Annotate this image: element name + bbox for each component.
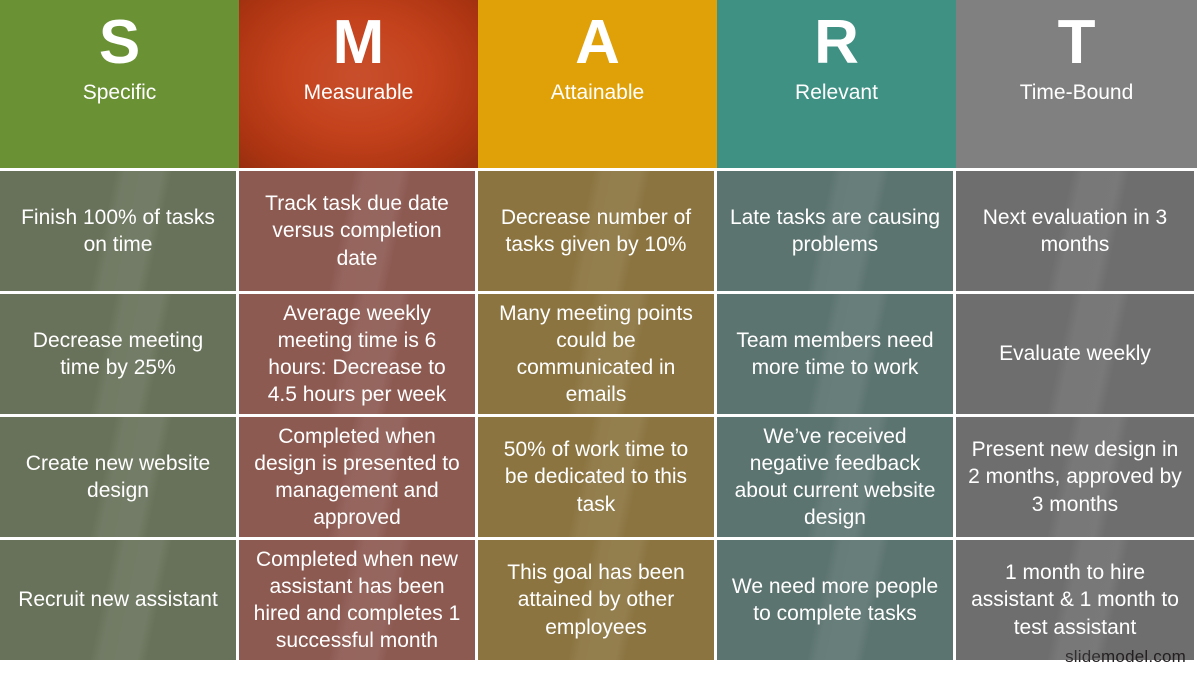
cell-text: This goal has been attained by other emp… [507, 561, 685, 639]
cell-relevant-1[interactable]: Late tasks are causing problems [717, 171, 953, 291]
cell-text: Recruit new assistant [18, 588, 218, 612]
cell-text: Decrease meeting time by 25% [32, 328, 204, 379]
cell-measurable-2[interactable]: Average weekly meeting time is 6 hours: … [239, 294, 475, 414]
table-row: Create new website design Completed when… [0, 417, 1200, 537]
cell-text: Present new design in 2 months, approved… [968, 438, 1182, 516]
column-label-attainable: Attainable [550, 81, 645, 105]
column-letter-m: M [332, 8, 385, 77]
cell-text: Create new website design [25, 451, 211, 502]
cell-text: We need more people to complete tasks [731, 574, 939, 625]
column-letter-s: S [98, 8, 141, 77]
column-label-measurable: Measurable [303, 81, 414, 105]
column-header-attainable[interactable]: A Attainable [478, 0, 717, 168]
cell-text: Team members need more time to work [736, 328, 934, 379]
column-letter-r: R [814, 8, 859, 77]
cell-text: Decrease number of tasks given by 10% [500, 205, 692, 256]
cell-text: Late tasks are causing problems [729, 205, 941, 256]
cell-attainable-2[interactable]: Many meeting points could be communicate… [478, 294, 714, 414]
column-header-measurable[interactable]: M Measurable [239, 0, 478, 168]
cell-attainable-1[interactable]: Decrease number of tasks given by 10% [478, 171, 714, 291]
cell-text: Evaluate weekly [999, 342, 1151, 366]
cell-attainable-4[interactable]: This goal has been attained by other emp… [478, 540, 714, 660]
column-header-relevant[interactable]: R Relevant [717, 0, 956, 168]
column-label-relevant: Relevant [795, 81, 878, 105]
cell-specific-4[interactable]: Recruit new assistant [0, 540, 236, 660]
cell-specific-1[interactable]: Finish 100% of tasks on time [0, 171, 236, 291]
table-row: Finish 100% of tasks on time Track task … [0, 171, 1200, 291]
cell-specific-3[interactable]: Create new website design [0, 417, 236, 537]
cell-measurable-1[interactable]: Track task due date versus completion da… [239, 171, 475, 291]
column-label-specific: Specific [82, 81, 157, 105]
watermark: slidemodel.com [1065, 647, 1186, 666]
cell-attainable-3[interactable]: 50% of work time to be dedicated to this… [478, 417, 714, 537]
cell-measurable-3[interactable]: Completed when design is presented to ma… [239, 417, 475, 537]
column-header-specific[interactable]: S Specific [0, 0, 239, 168]
cell-time-bound-4[interactable]: 1 month to hire assistant & 1 month to t… [956, 540, 1194, 660]
cell-time-bound-1[interactable]: Next evaluation in 3 months [956, 171, 1194, 291]
cell-text: Average weekly meeting time is 6 hours: … [267, 301, 447, 407]
column-label-time-bound: Time-Bound [1019, 81, 1134, 105]
cell-specific-2[interactable]: Decrease meeting time by 25% [0, 294, 236, 414]
smart-goals-grid: Finish 100% of tasks on time Track task … [0, 171, 1200, 675]
column-header-time-bound[interactable]: T Time-Bound [956, 0, 1197, 168]
cell-text: 50% of work time to be dedicated to this… [503, 438, 689, 516]
table-row: Decrease meeting time by 25% Average wee… [0, 294, 1200, 414]
cell-relevant-4[interactable]: We need more people to complete tasks [717, 540, 953, 660]
cell-time-bound-2[interactable]: Evaluate weekly [956, 294, 1194, 414]
table-row: Recruit new assistant Completed when new… [0, 540, 1200, 660]
cell-measurable-4[interactable]: Completed when new assistant has been hi… [239, 540, 475, 660]
cell-text: Many meeting points could be communicate… [499, 301, 693, 407]
cell-text: Completed when design is presented to ma… [254, 424, 460, 530]
cell-text: Next evaluation in 3 months [982, 205, 1168, 256]
cell-time-bound-3[interactable]: Present new design in 2 months, approved… [956, 417, 1194, 537]
smart-goals-slide: S Specific M Measurable A Attainable R R… [0, 0, 1200, 675]
cell-relevant-2[interactable]: Team members need more time to work [717, 294, 953, 414]
column-letter-a: A [575, 8, 620, 77]
cell-text: Track task due date versus completion da… [265, 192, 449, 270]
cell-text: 1 month to hire assistant & 1 month to t… [971, 561, 1179, 639]
cell-text: Completed when new assistant has been hi… [253, 547, 461, 653]
cell-text: We’ve received negative feedback about c… [734, 424, 936, 530]
cell-text: Finish 100% of tasks on time [21, 205, 215, 256]
smart-header-band: S Specific M Measurable A Attainable R R… [0, 0, 1200, 168]
cell-relevant-3[interactable]: We’ve received negative feedback about c… [717, 417, 953, 537]
column-letter-t: T [1057, 8, 1096, 77]
